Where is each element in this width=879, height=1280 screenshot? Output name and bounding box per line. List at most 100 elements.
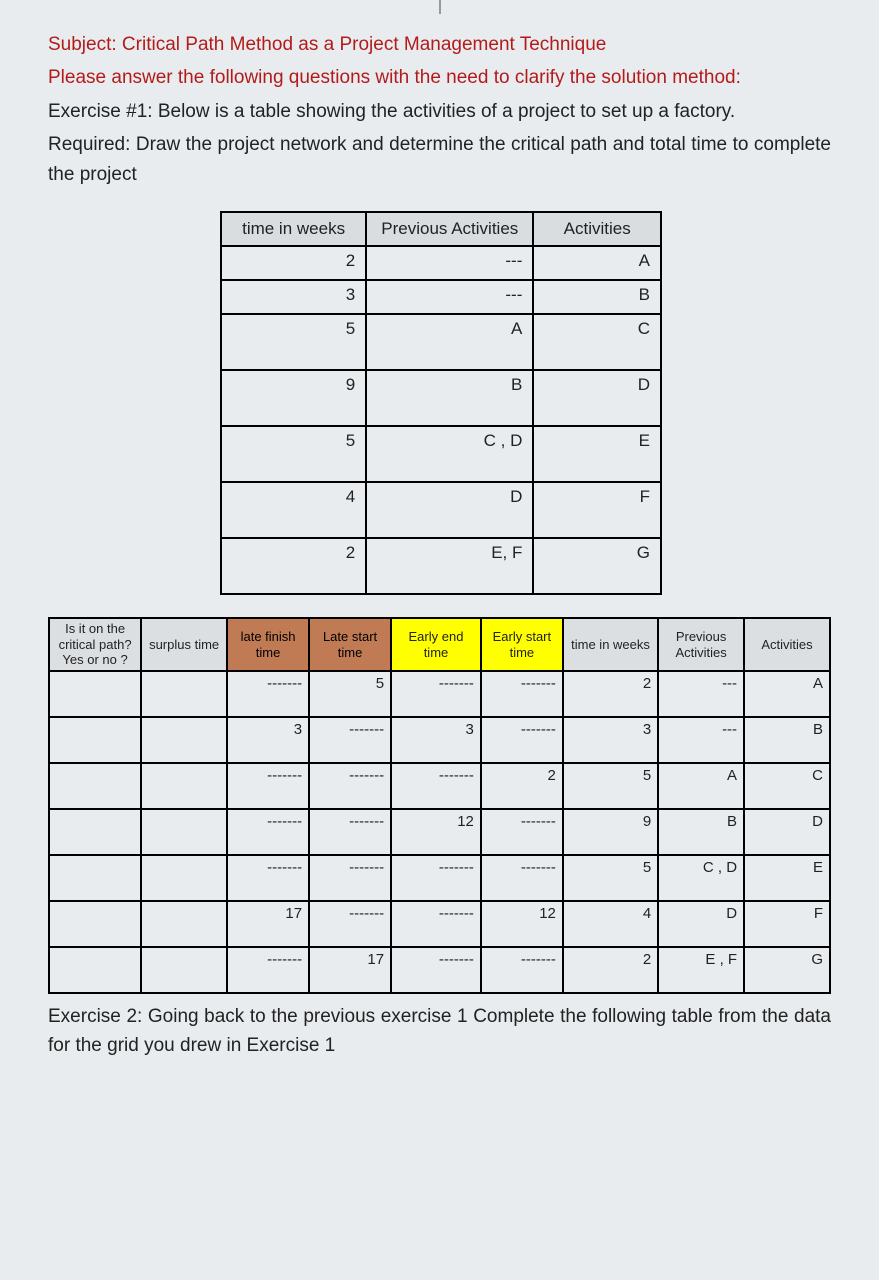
schedule-cell: E , F <box>658 947 744 993</box>
schedule-cell: ------- <box>227 809 309 855</box>
schedule-cell <box>141 671 227 717</box>
schedule-cell <box>49 763 141 809</box>
activities-cell: G <box>533 538 661 594</box>
schedule-cell <box>141 763 227 809</box>
activities-table: time in weeks Previous Activities Activi… <box>220 211 662 595</box>
activities-cell: C <box>533 314 661 370</box>
h-weeks: time in weeks <box>563 618 658 671</box>
schedule-cell: ------- <box>481 671 563 717</box>
required-line: Required: Draw the project network and d… <box>48 130 831 189</box>
schedule-cell: 2 <box>563 947 658 993</box>
col-time-header: time in weeks <box>221 212 366 246</box>
schedule-cell <box>49 901 141 947</box>
schedule-cell: B <box>744 717 830 763</box>
schedule-cell: 17 <box>227 901 309 947</box>
schedule-cell: A <box>744 671 830 717</box>
schedule-cell: 9 <box>563 809 658 855</box>
schedule-cell <box>141 901 227 947</box>
schedule-cell: 2 <box>563 671 658 717</box>
activities-cell: D <box>366 482 533 538</box>
schedule-cell <box>141 717 227 763</box>
schedule-row: -------5--------------2---A <box>49 671 830 717</box>
activities-cell: D <box>533 370 661 426</box>
h-late-finish: late finish time <box>227 618 309 671</box>
activities-cell: 5 <box>221 314 366 370</box>
schedule-row: 3-------3-------3---B <box>49 717 830 763</box>
schedule-cell: D <box>744 809 830 855</box>
schedule-row: -------17--------------2E , FG <box>49 947 830 993</box>
schedule-cell: ------- <box>481 855 563 901</box>
activities-row: 5AC <box>221 314 661 370</box>
activities-cell: E, F <box>366 538 533 594</box>
activities-cell: 2 <box>221 246 366 280</box>
schedule-cell <box>141 947 227 993</box>
schedule-cell: ------- <box>481 947 563 993</box>
exercise2-line: Exercise 2: Going back to the previous e… <box>48 1002 831 1061</box>
schedule-row: ---------------------25AC <box>49 763 830 809</box>
col-activities-header: Activities <box>533 212 661 246</box>
schedule-cell: --- <box>658 671 744 717</box>
activities-cell: 3 <box>221 280 366 314</box>
schedule-cell <box>49 671 141 717</box>
instruction-line: Please answer the following questions wi… <box>48 63 831 92</box>
schedule-cell <box>49 947 141 993</box>
schedule-cell: 4 <box>563 901 658 947</box>
schedule-row: ----------------------------5C , DE <box>49 855 830 901</box>
activities-cell: 9 <box>221 370 366 426</box>
schedule-cell: F <box>744 901 830 947</box>
activities-cell: A <box>533 246 661 280</box>
schedule-cell: C <box>744 763 830 809</box>
h-surplus: surplus time <box>141 618 227 671</box>
activities-cell: B <box>533 280 661 314</box>
activities-cell: C , D <box>366 426 533 482</box>
schedule-table-header-row: Is it on the critical path? Yes or no ? … <box>49 618 830 671</box>
schedule-table-wrap: Is it on the critical path? Yes or no ? … <box>48 617 831 994</box>
schedule-cell: C , D <box>658 855 744 901</box>
schedule-cell <box>49 855 141 901</box>
schedule-cell <box>141 809 227 855</box>
schedule-cell: ------- <box>391 901 481 947</box>
schedule-cell: 17 <box>309 947 391 993</box>
schedule-cell: ------- <box>309 809 391 855</box>
schedule-cell: ------- <box>391 671 481 717</box>
activities-cell: B <box>366 370 533 426</box>
activities-cell: E <box>533 426 661 482</box>
schedule-cell: 5 <box>563 763 658 809</box>
schedule-row: 17--------------124DF <box>49 901 830 947</box>
schedule-cell: 3 <box>227 717 309 763</box>
schedule-cell: ------- <box>391 855 481 901</box>
activities-row: 2---A <box>221 246 661 280</box>
h-late-start: Late start time <box>309 618 391 671</box>
activities-cell: F <box>533 482 661 538</box>
schedule-cell: D <box>658 901 744 947</box>
schedule-cell: ------- <box>481 809 563 855</box>
schedule-cell: 12 <box>391 809 481 855</box>
activities-cell: --- <box>366 280 533 314</box>
schedule-cell: ------- <box>309 763 391 809</box>
h-critical: Is it on the critical path? Yes or no ? <box>49 618 141 671</box>
h-activities: Activities <box>744 618 830 671</box>
schedule-row: --------------12-------9BD <box>49 809 830 855</box>
schedule-cell: ------- <box>391 947 481 993</box>
schedule-cell: ------- <box>309 717 391 763</box>
activities-table-wrap: time in weeks Previous Activities Activi… <box>220 211 662 595</box>
schedule-cell: ------- <box>309 901 391 947</box>
schedule-cell: 5 <box>309 671 391 717</box>
schedule-cell: E <box>744 855 830 901</box>
col-prev-header: Previous Activities <box>366 212 533 246</box>
activities-cell: 2 <box>221 538 366 594</box>
schedule-cell: G <box>744 947 830 993</box>
activities-table-header-row: time in weeks Previous Activities Activi… <box>221 212 661 246</box>
h-prev: Previous Activities <box>658 618 744 671</box>
schedule-cell: ------- <box>227 671 309 717</box>
schedule-cell: ------- <box>391 763 481 809</box>
schedule-cell <box>49 717 141 763</box>
activities-row: 9BD <box>221 370 661 426</box>
activities-row: 2E, FG <box>221 538 661 594</box>
activities-row: 3---B <box>221 280 661 314</box>
schedule-cell: ------- <box>227 855 309 901</box>
activities-row: 5C , DE <box>221 426 661 482</box>
schedule-cell: B <box>658 809 744 855</box>
exercise1-line: Exercise #1: Below is a table showing th… <box>48 97 831 126</box>
schedule-cell: ------- <box>309 855 391 901</box>
